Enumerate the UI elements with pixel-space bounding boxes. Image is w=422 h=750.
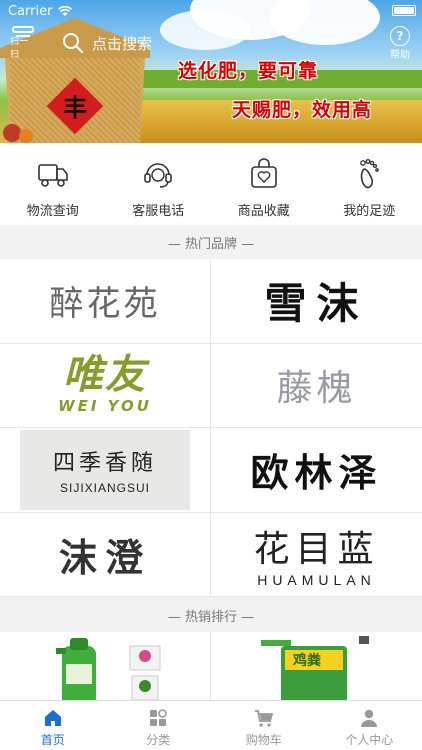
search-icon <box>63 33 84 54</box>
home-icon <box>44 710 61 726</box>
brand-logo-text: 醉花苑 <box>49 284 161 325</box>
quick-action-label: 物流查询 <box>26 204 79 219</box>
brand-tile[interactable]: 欧林泽 <box>211 428 422 513</box>
brand-logo-text: 雪沫 <box>264 279 369 329</box>
brand-tile[interactable]: 藤槐 <box>211 344 422 428</box>
quick-action-logistics[interactable]: 物流查询 <box>0 143 106 225</box>
quick-action-label: 商品收藏 <box>237 204 290 219</box>
section-hot-brands: — 热门品牌 — <box>0 225 422 259</box>
sack-character: 丰 <box>63 93 87 122</box>
tab-home[interactable]: 首页 <box>0 701 106 750</box>
truck-icon <box>37 164 68 187</box>
brand-logo-text: 唯友 <box>63 352 147 399</box>
brand-logo-subtext: WEI YOU <box>58 397 152 416</box>
brand-tile[interactable]: 唯友 WEI YOU <box>0 343 211 428</box>
product-package-text: 鸡粪 <box>293 653 321 669</box>
scan-icon <box>12 26 34 37</box>
battery-icon <box>392 5 416 16</box>
help-button[interactable]: ? 帮助 <box>388 26 412 61</box>
quick-action-footprint[interactable]: 我的足迹 <box>317 143 422 225</box>
product-image <box>56 638 161 702</box>
tab-profile[interactable]: 个人中心 <box>317 701 422 750</box>
brand-tile[interactable]: 雪沫 <box>211 259 422 344</box>
search-placeholder: 点击搜索 <box>92 34 153 53</box>
section-hot-sales: — 热销排行 — <box>0 598 422 632</box>
tab-label: 购物车 <box>245 733 282 747</box>
brand-logo-text: 花目蓝 <box>253 529 380 571</box>
brand-logo-subtext: SIJIXIANGSUI <box>59 480 151 495</box>
quick-action-label: 客服电话 <box>132 204 185 219</box>
category-icon <box>150 709 168 726</box>
status-bar: Carrier <box>0 0 422 22</box>
footprint-icon <box>360 159 380 189</box>
brand-logo: 唯友 WEI YOU <box>30 355 180 415</box>
help-label: 帮助 <box>390 50 410 61</box>
help-icon: ? <box>390 26 410 46</box>
search-input[interactable]: 点击搜索 <box>56 28 356 58</box>
quick-action-favorites[interactable]: 商品收藏 <box>211 143 317 225</box>
brand-tile[interactable]: 沫澄 <box>0 512 211 597</box>
brand-logo-text: 欧林泽 <box>250 450 383 496</box>
tab-bar: 首页 分类 购物车 个人中心 <box>0 700 422 750</box>
carrier-label: Carrier <box>8 3 53 19</box>
scan-button[interactable]: 扫一扫 <box>10 26 36 60</box>
quick-action-label: 我的足迹 <box>343 204 396 219</box>
brand-logo-text: 藤槐 <box>276 368 357 410</box>
tab-cart[interactable]: 购物车 <box>211 701 317 750</box>
quick-action-service[interactable]: 客服电话 <box>106 143 212 225</box>
product-tile[interactable] <box>0 632 211 702</box>
brand-tile[interactable]: 花目蓝 HUAMULAN <box>211 513 422 597</box>
hot-sales-grid: 鸡粪 <box>0 632 422 702</box>
scan-label: 扫一扫 <box>10 37 29 60</box>
brand-tile[interactable]: 四季香随 SIJIXIANGSUI <box>0 428 211 513</box>
tab-label: 首页 <box>40 733 65 747</box>
favorite-bag-icon <box>250 158 277 188</box>
cart-icon <box>254 710 273 727</box>
user-icon <box>361 709 378 727</box>
tab-category[interactable]: 分类 <box>106 701 212 750</box>
product-tile[interactable]: 鸡粪 <box>211 632 422 702</box>
brand-logo-text: 沫澄 <box>58 534 151 580</box>
headset-icon <box>144 163 173 188</box>
brand-logo-subtext: HUAMULAN <box>257 572 376 589</box>
banner-slogan-2: 天赐肥，效用高 <box>232 99 373 121</box>
brand-grid: 醉花苑 雪沫 唯友 WEI YOU 藤槐 四季香随 SIJIXIANGSUI 欧… <box>0 259 422 597</box>
app-screen: 丰 选化肥，要可靠 天赐肥，效用高 Carrier 扫一扫 点击搜索 ? 帮助 <box>0 0 422 750</box>
tab-label: 分类 <box>146 733 171 747</box>
brand-logo-text: 四季香随 <box>52 450 157 476</box>
tab-label: 个人中心 <box>345 733 394 747</box>
brand-logo: 花目蓝 HUAMULAN <box>253 520 379 588</box>
wifi-icon <box>58 5 73 16</box>
brand-tile[interactable]: 醉花苑 <box>0 259 211 344</box>
top-nav: 扫一扫 点击搜索 ? 帮助 <box>0 22 422 66</box>
brand-logo: 四季香随 SIJIXIANGSUI <box>20 429 190 510</box>
quick-actions: 物流查询 客服电话 商品收藏 我的足迹 <box>0 143 422 225</box>
